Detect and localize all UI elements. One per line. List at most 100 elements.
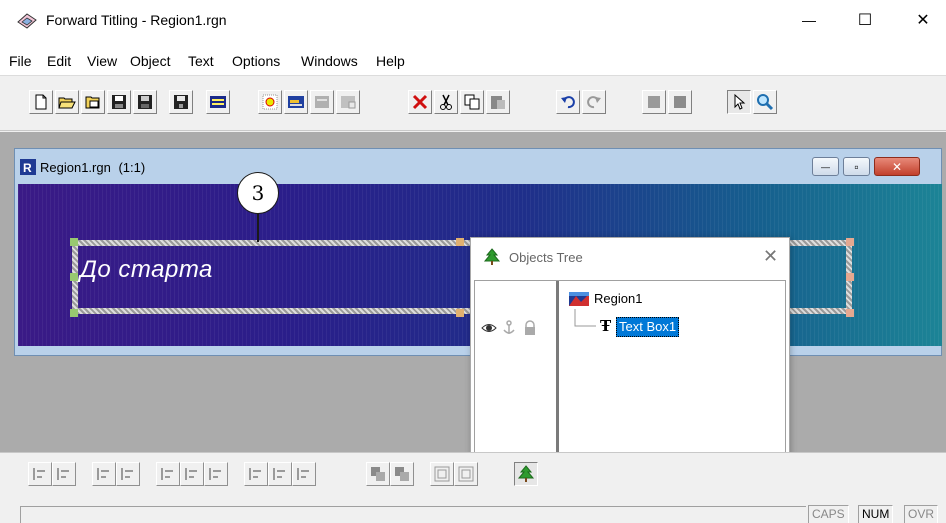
eye-icon[interactable] — [481, 321, 497, 335]
select-arrow-icon — [734, 93, 746, 110]
ungroup-icon — [458, 466, 474, 482]
tree-node-text-box[interactable]: Text Box1 — [616, 317, 680, 337]
save-button[interactable] — [107, 90, 131, 114]
add-object-button[interactable] — [258, 90, 282, 114]
menu-object[interactable]: Object — [130, 53, 170, 69]
insert-object-icon — [288, 96, 304, 108]
resize-handle-middle-right[interactable] — [846, 273, 854, 281]
group-button[interactable] — [430, 462, 454, 486]
resize-handle-middle-left[interactable] — [70, 273, 78, 281]
caps-indicator: CAPS — [808, 505, 849, 523]
resize-handle-bottom-right[interactable] — [846, 309, 854, 317]
align-top-button[interactable] — [116, 462, 140, 486]
child-window-zoom: (1:1) — [118, 160, 146, 175]
align-left-icon — [33, 468, 45, 480]
objects-tree-toggle-button[interactable] — [514, 462, 538, 486]
new-button[interactable] — [29, 90, 53, 114]
child-close-button[interactable]: ✕ — [874, 157, 920, 176]
add-object-icon — [262, 94, 278, 110]
disabled-block-button[interactable] — [642, 90, 666, 114]
open-template-button[interactable] — [81, 90, 105, 114]
lock-icon[interactable] — [523, 320, 537, 336]
child-minimize-icon: — — [821, 161, 830, 172]
distribute-vertical-button[interactable] — [244, 462, 268, 486]
new-file-icon — [35, 94, 47, 110]
resize-handle-bottom-center[interactable] — [456, 309, 464, 317]
tree-node-region[interactable]: Region1 — [594, 291, 642, 307]
save-disk-icon — [174, 95, 188, 109]
menu-edit[interactable]: Edit — [47, 53, 71, 69]
resize-handle-top-right[interactable] — [846, 238, 854, 246]
ovr-indicator: OVR — [904, 505, 939, 523]
distribute-horizontal-icon — [209, 468, 221, 480]
redo-button[interactable] — [582, 90, 606, 114]
align-right-button[interactable] — [92, 462, 116, 486]
undo-button[interactable] — [556, 90, 580, 114]
region-properties-button[interactable] — [206, 90, 230, 114]
disabled-block-2-button[interactable] — [668, 90, 692, 114]
objects-tree-title: Objects Tree — [509, 250, 583, 265]
align-middle-button[interactable] — [156, 462, 180, 486]
callout-pointer-line — [257, 212, 259, 242]
objects-tree-close-button[interactable]: ✕ — [763, 246, 783, 266]
resize-handle-top-center[interactable] — [456, 238, 464, 246]
menu-text[interactable]: Text — [188, 53, 214, 69]
align-center-horizontal-button[interactable] — [52, 462, 76, 486]
send-back-button[interactable] — [390, 462, 414, 486]
text-box-content[interactable]: До старта — [80, 255, 213, 285]
redo-icon — [587, 96, 601, 109]
align-middle-icon — [161, 468, 173, 480]
cut-button[interactable] — [434, 90, 458, 114]
distribute-horizontal-button[interactable] — [204, 462, 228, 486]
same-width-button[interactable] — [268, 462, 292, 486]
resize-handle-top-left[interactable] — [70, 238, 78, 246]
menu-windows[interactable]: Windows — [301, 53, 358, 69]
child-window-title: Region1.rgn (1:1) — [40, 160, 145, 176]
menu-options[interactable]: Options — [232, 53, 280, 69]
minimize-button[interactable]: — — [786, 0, 832, 40]
align-top-icon — [121, 468, 133, 480]
distribute-vertical-icon — [249, 468, 261, 480]
align-bottom-button[interactable] — [180, 462, 204, 486]
menu-view[interactable]: View — [87, 53, 117, 69]
open-button[interactable] — [55, 90, 79, 114]
object-disabled-icon — [315, 96, 329, 108]
child-minimize-button[interactable]: — — [812, 157, 839, 176]
paste-button[interactable] — [486, 90, 510, 114]
ungroup-button[interactable] — [454, 462, 478, 486]
menu-file[interactable]: File — [9, 53, 32, 69]
delete-button[interactable] — [408, 90, 432, 114]
delete-icon — [412, 94, 428, 110]
callout-number: 3 — [251, 181, 265, 205]
objects-tree-window: Objects Tree ✕ Region1 Ŧ Text Box1 — [470, 237, 790, 456]
child-restore-button[interactable]: ▫ — [843, 157, 870, 176]
save-all-button[interactable] — [133, 90, 157, 114]
tree-icon — [483, 248, 501, 265]
main-toolbar — [0, 76, 946, 131]
callout-marker: 3 — [237, 172, 279, 214]
same-height-icon — [297, 468, 309, 480]
close-button[interactable]: ✕ — [900, 0, 946, 40]
paste-icon — [491, 96, 505, 109]
region-properties-icon — [210, 96, 226, 108]
zoom-icon — [757, 94, 774, 111]
object-flags-column — [475, 281, 559, 452]
anchor-icon[interactable] — [502, 320, 516, 336]
save-icon — [112, 95, 126, 109]
align-left-button[interactable] — [28, 462, 52, 486]
zoom-button[interactable] — [753, 90, 777, 114]
select-tool-button[interactable] — [727, 90, 751, 114]
app-logo-icon — [17, 13, 37, 29]
resize-handle-bottom-left[interactable] — [70, 309, 78, 317]
maximize-button[interactable]: ☐ — [842, 0, 888, 40]
object-disabled-2-button[interactable] — [336, 90, 360, 114]
menu-help[interactable]: Help — [376, 53, 405, 69]
group-icon — [434, 466, 450, 482]
object-disabled-button[interactable] — [310, 90, 334, 114]
objects-tree-panel: Region1 Ŧ Text Box1 — [474, 280, 786, 453]
bring-front-button[interactable] — [366, 462, 390, 486]
same-height-button[interactable] — [292, 462, 316, 486]
copy-button[interactable] — [460, 90, 484, 114]
insert-object-button[interactable] — [284, 90, 308, 114]
save-disk-button[interactable] — [169, 90, 193, 114]
